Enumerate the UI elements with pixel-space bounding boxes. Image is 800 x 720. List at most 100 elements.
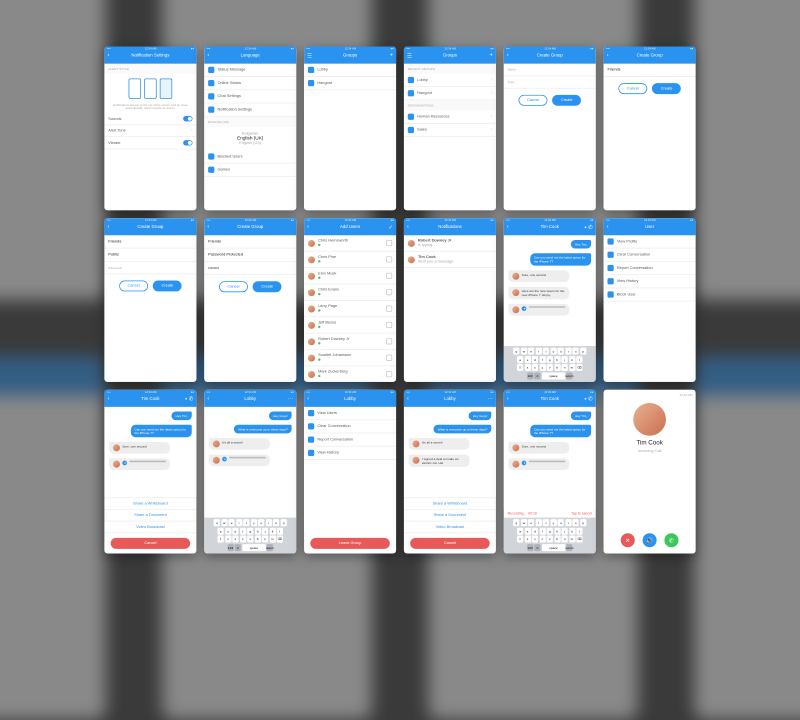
key[interactable]: c [539, 364, 545, 371]
key[interactable]: o [573, 519, 579, 526]
keyboard[interactable]: qwertyuiopasdfghjkl⇧zxcvbnm⌫123☺spaceret… [504, 346, 596, 382]
key[interactable]: i [266, 519, 272, 526]
key[interactable]: d [532, 527, 538, 534]
key[interactable]: x [232, 536, 238, 543]
back-icon[interactable]: ‹ [207, 396, 209, 401]
back-icon[interactable]: ‹ [108, 53, 110, 58]
back-icon[interactable]: ‹ [207, 224, 209, 229]
vibrate-row[interactable]: Vibrate [104, 137, 196, 149]
key[interactable]: e [528, 519, 534, 526]
key[interactable]: h [554, 356, 560, 363]
key[interactable]: a [517, 356, 523, 363]
item[interactable]: Status Message [204, 64, 296, 77]
menu-icon[interactable]: ☰ [407, 52, 412, 58]
type-field[interactable]: Type [504, 76, 596, 88]
key[interactable]: p [580, 348, 586, 355]
item[interactable]: View Profile [604, 235, 696, 248]
back-icon[interactable]: ‹ [108, 224, 110, 229]
create-button[interactable]: Create [552, 95, 581, 106]
item[interactable]: Notification Settings [204, 103, 296, 116]
tone-row[interactable]: Alert Tone› [104, 125, 196, 137]
notif-item[interactable]: Robert Downey Jris typing… [404, 235, 496, 251]
play-icon[interactable] [122, 461, 127, 466]
key[interactable]: n [262, 536, 268, 543]
user-row[interactable]: Chris Hemsworth [304, 235, 396, 251]
key[interactable]: q [513, 348, 519, 355]
name-field[interactable]: Name [504, 64, 596, 76]
key[interactable]: l [576, 356, 582, 363]
key[interactable]: ⌫ [576, 364, 582, 371]
decline-button[interactable]: ✕ [621, 533, 635, 547]
key[interactable]: o [273, 519, 279, 526]
key[interactable]: g [547, 527, 553, 534]
user-row[interactable]: Elon Musk [304, 268, 396, 284]
key[interactable]: q [214, 519, 220, 526]
checkbox[interactable] [386, 289, 392, 295]
key[interactable]: w [521, 519, 527, 526]
call-icon[interactable]: ✆ [588, 225, 593, 230]
cancel-button[interactable]: Cancel [618, 83, 647, 94]
key[interactable]: s [225, 527, 231, 534]
more-icon[interactable]: ⋯ [487, 396, 492, 402]
back-icon[interactable]: ‹ [507, 396, 509, 401]
back-icon[interactable]: ‹ [607, 224, 609, 229]
key[interactable]: r [236, 519, 242, 526]
key[interactable]: l [576, 527, 582, 534]
group-row[interactable]: Hangout [304, 77, 396, 90]
key[interactable]: i [565, 519, 571, 526]
key[interactable]: l [277, 527, 283, 534]
checkbox[interactable] [386, 371, 392, 377]
video-icon[interactable]: ▪ [585, 396, 587, 401]
key[interactable]: j [561, 527, 567, 534]
notif-item[interactable]: Tim CookSent you a message [404, 252, 496, 268]
back-icon[interactable]: ‹ [108, 396, 110, 401]
cancel-button[interactable]: Cancel [410, 538, 490, 549]
key[interactable]: s [524, 527, 530, 534]
share-document[interactable]: Share a Document [104, 510, 196, 522]
key[interactable]: t [543, 519, 549, 526]
share-video[interactable]: Video Broadcast [104, 522, 196, 534]
key[interactable]: u [558, 519, 564, 526]
keyboard[interactable]: qwertyuiopasdfghjkl⇧zxcvbnm⌫123☺spaceret… [204, 518, 296, 554]
play-icon[interactable] [522, 306, 527, 311]
key[interactable]: v [547, 364, 553, 371]
key[interactable]: z [524, 536, 530, 543]
user-row[interactable]: Chris Pine [304, 252, 396, 268]
add-icon[interactable]: + [490, 53, 493, 58]
back-icon[interactable]: ‹ [307, 396, 309, 401]
checkbox[interactable] [386, 322, 392, 328]
item[interactable]: Clear Conversation [604, 249, 696, 262]
key[interactable]: m [569, 364, 575, 371]
key[interactable]: p [580, 519, 586, 526]
video-icon[interactable]: ▪ [585, 225, 587, 230]
group-row[interactable]: Lobby [304, 64, 396, 77]
key[interactable]: m [569, 536, 575, 543]
key[interactable]: x [532, 536, 538, 543]
key[interactable]: m [269, 536, 275, 543]
create-button[interactable]: Create [153, 281, 182, 292]
key[interactable]: y [550, 519, 556, 526]
key[interactable]: e [229, 519, 235, 526]
key[interactable]: a [517, 527, 523, 534]
key[interactable]: ⌫ [277, 536, 283, 543]
key[interactable]: h [554, 527, 560, 534]
back-icon[interactable]: ‹ [407, 224, 409, 229]
cancel-button[interactable]: Cancel [518, 95, 547, 106]
item[interactable]: View History [604, 275, 696, 288]
keyboard[interactable]: qwertyuiopasdfghjkl⇧zxcvbnm⌫123☺spaceret… [504, 518, 596, 554]
key[interactable]: u [558, 348, 564, 355]
key[interactable]: n [561, 364, 567, 371]
key[interactable]: v [247, 536, 253, 543]
key[interactable]: d [232, 527, 238, 534]
key[interactable]: n [561, 536, 567, 543]
key[interactable]: g [247, 527, 253, 534]
key[interactable]: f [539, 527, 545, 534]
key[interactable]: s [524, 356, 530, 363]
item[interactable]: Chat Settings [204, 90, 296, 103]
key[interactable]: r [536, 348, 542, 355]
key[interactable]: b [255, 536, 261, 543]
key[interactable]: y [550, 348, 556, 355]
cancel-button[interactable]: Cancel [119, 281, 148, 292]
item[interactable]: Report Conversation [604, 262, 696, 275]
key[interactable]: o [573, 348, 579, 355]
